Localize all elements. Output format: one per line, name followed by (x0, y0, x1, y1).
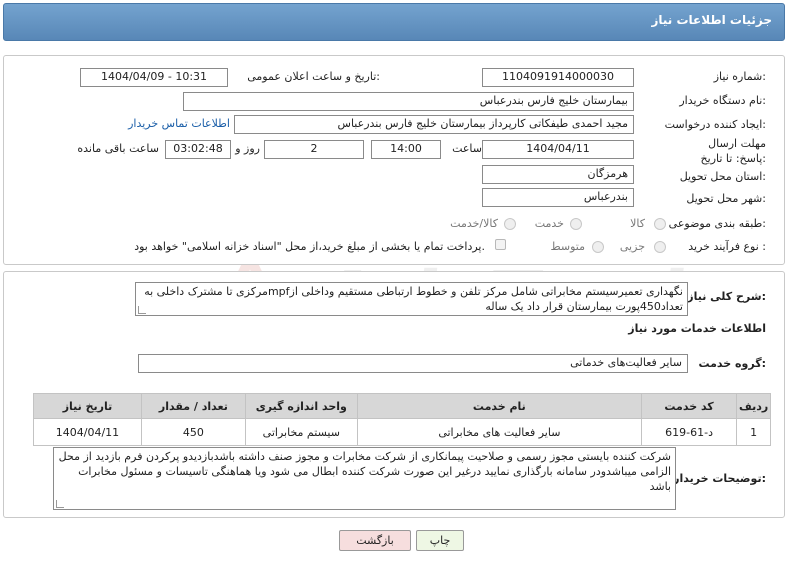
province-field: هرمزگان (482, 165, 634, 184)
cell-row-number: 1 (736, 418, 771, 446)
buyer-org-label: نام دستگاه خریدار: (679, 94, 766, 107)
services-table-header: ردیف کد خدمت نام خدمت واحد اندازه گیری ت… (33, 393, 771, 419)
back-button[interactable]: بازگشت (339, 530, 411, 551)
announce-field: 1404/04/09 - 10:31 (80, 68, 228, 87)
process-label: نوع فرآیند خرید : (688, 240, 766, 253)
cell-quantity: 450 (140, 418, 246, 446)
announce-label: تاریخ و ساعت اعلان عمومی: (247, 70, 380, 83)
province-label: استان محل تحویل: (679, 170, 766, 183)
category-option-service: خدمت (534, 217, 564, 230)
resize-handle-icon[interactable] (138, 306, 146, 314)
days-label: روز و (235, 142, 260, 155)
process-radio-medium[interactable] (592, 241, 604, 253)
buyer-contact-link[interactable]: اطلاعات تماس خریدار (128, 117, 230, 130)
print-button[interactable]: چاپ (416, 530, 464, 551)
creator-label: ایجاد کننده درخواست: (664, 118, 766, 131)
col-row-number: ردیف (736, 393, 771, 419)
process-option-minor: جزیی (619, 240, 645, 253)
summary-textarea: نگهداری تعمیرسیستم مخابراتی شامل مرکز تل… (135, 282, 688, 316)
category-option-goods-service: کالا/خدمت (450, 217, 498, 230)
table-row: 1 د-61-619 سایر فعالیت های مخابراتی سیست… (33, 418, 771, 446)
need-number-label: شماره نیاز: (713, 70, 766, 83)
cell-service-code: د-61-619 (640, 418, 738, 446)
col-need-date: تاریخ نیاز (33, 393, 142, 419)
creator-field: مجید احمدی طیفکاتی کارپرداز بیمارستان خل… (234, 115, 634, 134)
treasury-payment-note: پرداخت تمام یا بخشی از مبلغ خرید،از محل … (134, 240, 485, 253)
notes-resize-handle-icon[interactable] (56, 500, 64, 508)
col-service-name: نام خدمت (356, 393, 642, 419)
process-option-medium: متوسط (550, 240, 585, 253)
need-number-field: 1104091914000030 (482, 68, 634, 87)
treasury-payment-checkbox[interactable] (495, 239, 506, 250)
remaining-time-field: 03:02:48 (165, 140, 231, 159)
days-field: 2 (264, 140, 364, 159)
service-group-field: سایر فعالیت‌های خدماتی (138, 354, 688, 373)
category-radio-goods[interactable] (654, 218, 666, 230)
summary-label: شرح کلی نیاز: (687, 290, 766, 303)
category-radio-service[interactable] (570, 218, 582, 230)
category-label: طبقه بندی موضوعی: (668, 217, 766, 230)
city-field: بندرعباس (482, 188, 634, 207)
services-heading: اطلاعات خدمات مورد نیاز (628, 322, 766, 335)
buyer-notes-label: توضیحات خریدار: (673, 472, 766, 485)
deadline-date-field: 1404/04/11 (482, 140, 634, 159)
buyer-notes-textarea: شرکت کننده بایستی مجوز رسمی و صلاحیت پیم… (53, 447, 676, 510)
deadline-label: مهلت ارسال پاسخ: تا تاریخ: (700, 137, 766, 165)
services-table: ردیف کد خدمت نام خدمت واحد اندازه گیری ت… (33, 393, 771, 446)
service-group-label: گروه خدمت: (698, 357, 766, 370)
process-radio-minor[interactable] (654, 241, 666, 253)
page-header: جزئیات اطلاعات نیاز (3, 3, 785, 41)
city-label: شهر محل تحویل: (686, 192, 766, 205)
remaining-time-label: ساعت باقی مانده (77, 142, 159, 155)
col-unit: واحد اندازه گیری (244, 393, 358, 419)
deadline-time-field: 14:00 (371, 140, 441, 159)
cell-unit: سیستم مخابراتی (244, 418, 358, 446)
cell-need-date: 1404/04/11 (33, 418, 142, 446)
buyer-org-field: بیمارستان خلیج فارس بندرعباس (183, 92, 634, 111)
col-quantity: تعداد / مقدار (140, 393, 246, 419)
category-radio-goods-service[interactable] (504, 218, 516, 230)
category-option-goods: کالا (630, 217, 645, 230)
page-title: جزئیات اطلاعات نیاز (651, 13, 772, 27)
cell-service-name: سایر فعالیت های مخابراتی (356, 418, 642, 446)
deadline-time-label: ساعت (452, 142, 482, 155)
col-service-code: کد خدمت (640, 393, 738, 419)
